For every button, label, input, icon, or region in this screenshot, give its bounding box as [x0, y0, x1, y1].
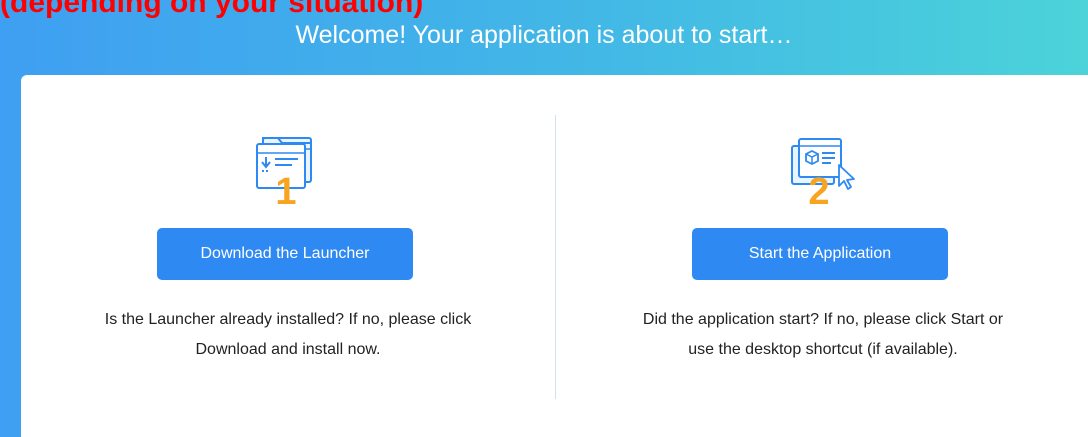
download-launcher-button[interactable]: Download the Launcher	[157, 228, 413, 280]
application-window-icon: 2	[789, 130, 857, 213]
download-description-line-2: Download and install now.	[195, 341, 381, 358]
start-description: Did the application start? If no, please…	[566, 305, 1080, 365]
step-download: 1 Download the Launcher Is the Launcher …	[21, 75, 555, 437]
page-title: Welcome! Your application is about to st…	[295, 21, 793, 49]
download-folder-icon: 1	[254, 130, 322, 213]
start-description-line-2: use the desktop shortcut (if available).	[688, 341, 958, 358]
launcher-page: (depending on your situation) Welcome! Y…	[0, 0, 1088, 437]
start-description-line-1: Did the application start? If no, please…	[642, 311, 1004, 328]
download-description: Is the Launcher already installed? If no…	[31, 305, 545, 365]
steps-card: 1 Download the Launcher Is the Launcher …	[21, 75, 1088, 437]
start-application-button[interactable]: Start the Application	[692, 228, 948, 280]
situation-caption: (depending on your situation)	[0, 0, 424, 19]
step-start: 2 Start the Application Did the applicat…	[556, 75, 1088, 437]
step-number-2: 2	[808, 171, 829, 206]
step-number-1: 1	[275, 171, 296, 206]
download-description-line-1: Is the Launcher already installed? If no…	[104, 311, 472, 328]
